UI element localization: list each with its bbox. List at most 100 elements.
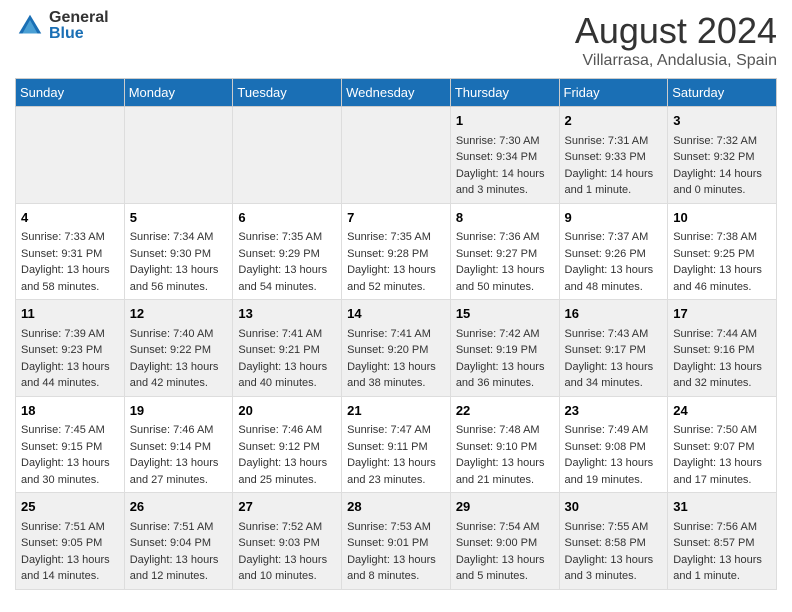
day-info-line: Daylight: 13 hours [130, 262, 228, 279]
calendar-header: Sunday Monday Tuesday Wednesday Thursday… [16, 79, 777, 107]
day-info-line: Sunset: 9:21 PM [238, 342, 336, 359]
day-info-line: and 12 minutes. [130, 568, 228, 585]
day-info-line: Sunrise: 7:43 AM [565, 326, 663, 343]
day-number: 20 [238, 401, 336, 421]
header-monday: Monday [124, 79, 233, 107]
header-saturday: Saturday [668, 79, 777, 107]
calendar-cell: 15Sunrise: 7:42 AMSunset: 9:19 PMDayligh… [450, 300, 559, 397]
day-number: 11 [21, 304, 119, 324]
day-number: 1 [456, 111, 554, 131]
day-info-line: and 56 minutes. [130, 279, 228, 296]
calendar-week-1: 4Sunrise: 7:33 AMSunset: 9:31 PMDaylight… [16, 203, 777, 300]
day-info-line: Sunset: 9:03 PM [238, 535, 336, 552]
day-info-line: and 0 minutes. [673, 182, 771, 199]
day-info-line: Sunset: 9:04 PM [130, 535, 228, 552]
day-info-line: Sunrise: 7:56 AM [673, 519, 771, 536]
day-info-line: Sunset: 9:31 PM [21, 246, 119, 263]
day-info-line: Sunrise: 7:35 AM [238, 229, 336, 246]
header-tuesday: Tuesday [233, 79, 342, 107]
day-info-line: Daylight: 14 hours [456, 166, 554, 183]
title-block: August 2024 Villarrasa, Andalusia, Spain [575, 10, 777, 70]
calendar-cell: 7Sunrise: 7:35 AMSunset: 9:28 PMDaylight… [342, 203, 451, 300]
day-number: 4 [21, 208, 119, 228]
day-info-line: Sunset: 9:11 PM [347, 439, 445, 456]
day-info-line: Sunrise: 7:38 AM [673, 229, 771, 246]
day-info-line: Daylight: 13 hours [565, 359, 663, 376]
header-wednesday: Wednesday [342, 79, 451, 107]
day-info-line: Daylight: 13 hours [238, 359, 336, 376]
day-info-line: Sunrise: 7:41 AM [238, 326, 336, 343]
day-info-line: Sunset: 9:16 PM [673, 342, 771, 359]
day-number: 26 [130, 497, 228, 517]
day-number: 30 [565, 497, 663, 517]
calendar-cell: 26Sunrise: 7:51 AMSunset: 9:04 PMDayligh… [124, 493, 233, 590]
calendar-cell: 22Sunrise: 7:48 AMSunset: 9:10 PMDayligh… [450, 396, 559, 493]
day-info-line: Sunrise: 7:47 AM [347, 422, 445, 439]
day-info-line: and 10 minutes. [238, 568, 336, 585]
day-info-line: and 14 minutes. [21, 568, 119, 585]
day-info-line: Sunset: 9:12 PM [238, 439, 336, 456]
calendar-cell: 18Sunrise: 7:45 AMSunset: 9:15 PMDayligh… [16, 396, 125, 493]
day-number: 17 [673, 304, 771, 324]
calendar-cell: 29Sunrise: 7:54 AMSunset: 9:00 PMDayligh… [450, 493, 559, 590]
day-info-line: Sunset: 9:00 PM [456, 535, 554, 552]
day-info-line: Daylight: 13 hours [21, 262, 119, 279]
day-info-line: Sunrise: 7:34 AM [130, 229, 228, 246]
calendar-week-2: 11Sunrise: 7:39 AMSunset: 9:23 PMDayligh… [16, 300, 777, 397]
logo-general: General [49, 10, 109, 26]
day-info-line: Sunset: 9:22 PM [130, 342, 228, 359]
day-info-line: Daylight: 13 hours [21, 552, 119, 569]
day-info-line: and 46 minutes. [673, 279, 771, 296]
day-info-line: Sunrise: 7:48 AM [456, 422, 554, 439]
day-info-line: and 21 minutes. [456, 472, 554, 489]
subtitle: Villarrasa, Andalusia, Spain [575, 52, 777, 70]
day-info-line: Sunset: 9:25 PM [673, 246, 771, 263]
calendar-cell: 30Sunrise: 7:55 AMSunset: 8:58 PMDayligh… [559, 493, 668, 590]
day-info-line: Sunrise: 7:46 AM [238, 422, 336, 439]
day-info-line: and 1 minute. [673, 568, 771, 585]
day-info-line: Sunset: 9:17 PM [565, 342, 663, 359]
day-info-line: Daylight: 13 hours [347, 552, 445, 569]
day-info-line: Sunrise: 7:31 AM [565, 133, 663, 150]
page-header: General Blue August 2024 Villarrasa, And… [15, 10, 777, 70]
calendar-cell: 12Sunrise: 7:40 AMSunset: 9:22 PMDayligh… [124, 300, 233, 397]
day-info-line: Sunrise: 7:45 AM [21, 422, 119, 439]
calendar-cell: 16Sunrise: 7:43 AMSunset: 9:17 PMDayligh… [559, 300, 668, 397]
day-number: 22 [456, 401, 554, 421]
day-info-line: Daylight: 13 hours [673, 262, 771, 279]
day-info-line: Sunrise: 7:36 AM [456, 229, 554, 246]
calendar-week-3: 18Sunrise: 7:45 AMSunset: 9:15 PMDayligh… [16, 396, 777, 493]
day-number: 6 [238, 208, 336, 228]
day-info-line: Sunrise: 7:49 AM [565, 422, 663, 439]
day-info-line: Sunrise: 7:41 AM [347, 326, 445, 343]
day-number: 13 [238, 304, 336, 324]
day-info-line: and 42 minutes. [130, 375, 228, 392]
day-info-line: Sunset: 9:20 PM [347, 342, 445, 359]
day-info-line: Daylight: 13 hours [565, 262, 663, 279]
day-info-line: Daylight: 13 hours [673, 455, 771, 472]
day-info-line: Sunset: 9:26 PM [565, 246, 663, 263]
day-number: 25 [21, 497, 119, 517]
day-info-line: Daylight: 13 hours [347, 359, 445, 376]
calendar-cell: 21Sunrise: 7:47 AMSunset: 9:11 PMDayligh… [342, 396, 451, 493]
day-number: 18 [21, 401, 119, 421]
calendar-cell: 1Sunrise: 7:30 AMSunset: 9:34 PMDaylight… [450, 107, 559, 204]
day-number: 29 [456, 497, 554, 517]
day-info-line: Sunset: 9:33 PM [565, 149, 663, 166]
day-info-line: Sunset: 9:28 PM [347, 246, 445, 263]
calendar-cell [16, 107, 125, 204]
day-info-line: Daylight: 14 hours [565, 166, 663, 183]
day-info-line: and 8 minutes. [347, 568, 445, 585]
day-info-line: Daylight: 13 hours [456, 359, 554, 376]
day-info-line: and 1 minute. [565, 182, 663, 199]
day-info-line: and 30 minutes. [21, 472, 119, 489]
calendar-cell: 24Sunrise: 7:50 AMSunset: 9:07 PMDayligh… [668, 396, 777, 493]
day-info-line: and 3 minutes. [456, 182, 554, 199]
calendar-cell: 4Sunrise: 7:33 AMSunset: 9:31 PMDaylight… [16, 203, 125, 300]
day-number: 12 [130, 304, 228, 324]
calendar-cell [124, 107, 233, 204]
calendar-cell: 5Sunrise: 7:34 AMSunset: 9:30 PMDaylight… [124, 203, 233, 300]
day-info-line: Sunrise: 7:42 AM [456, 326, 554, 343]
day-info-line: Daylight: 13 hours [565, 455, 663, 472]
day-info-line: and 3 minutes. [565, 568, 663, 585]
